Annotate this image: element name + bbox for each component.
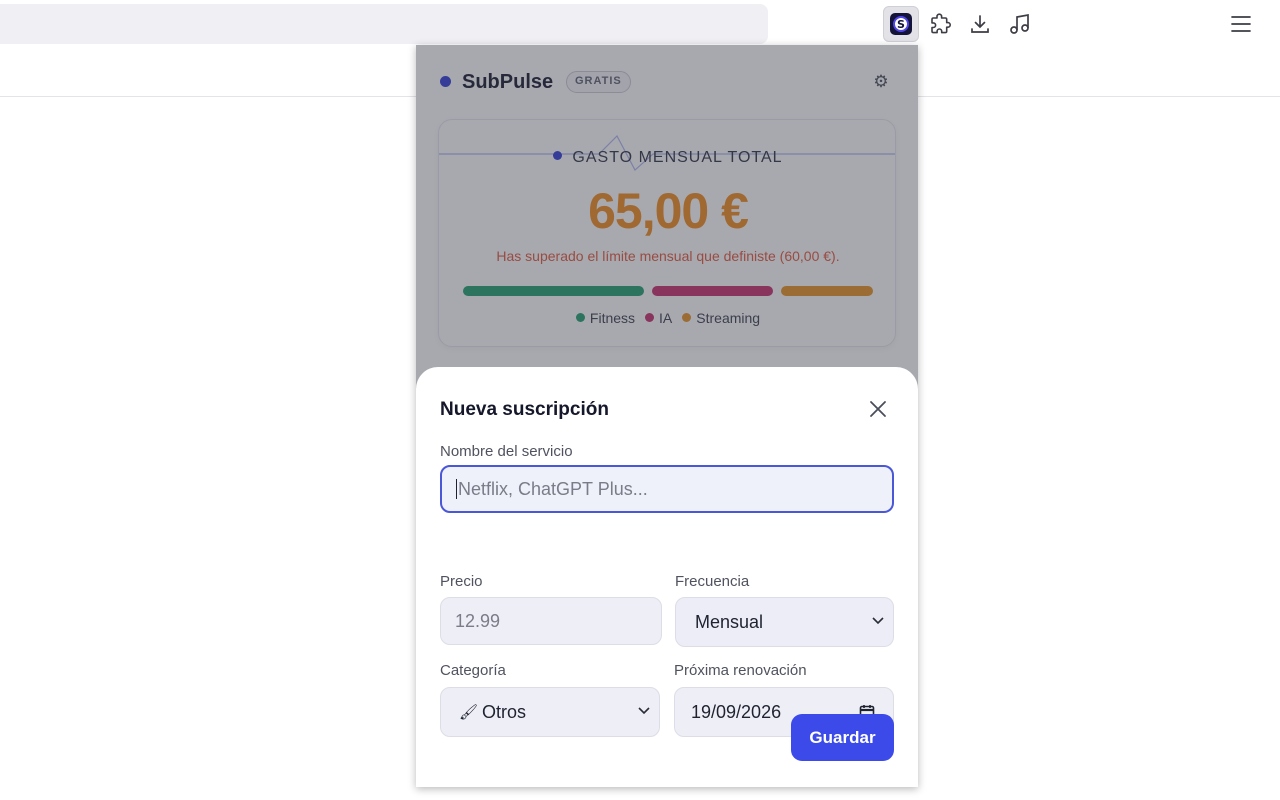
chevron-down-icon bbox=[638, 707, 650, 715]
modal-title: Nueva suscripción bbox=[440, 399, 609, 420]
renewal-label: Próxima renovación bbox=[674, 662, 807, 679]
music-note-icon[interactable] bbox=[1002, 6, 1038, 42]
frequency-label: Frecuencia bbox=[675, 573, 750, 590]
service-name-label: Nombre del servicio bbox=[440, 443, 573, 460]
price-label: Precio bbox=[440, 573, 483, 590]
save-button[interactable]: Guardar bbox=[791, 714, 894, 761]
price-placeholder: 12.99 bbox=[455, 610, 501, 631]
subpulse-logo-icon: S bbox=[890, 13, 912, 35]
frequency-select[interactable]: Mensual bbox=[675, 597, 894, 647]
extension-popup: SubPulse GRATIS ⚙ GASTO MENSUAL TOTAL 65… bbox=[416, 45, 918, 787]
category-label: Categoría bbox=[440, 662, 506, 679]
chevron-down-icon bbox=[872, 617, 884, 625]
renewal-date-value: 19/09/2026 bbox=[691, 701, 782, 722]
subpulse-extension-button[interactable]: S bbox=[883, 6, 919, 42]
extensions-icon[interactable] bbox=[922, 6, 958, 42]
download-icon[interactable] bbox=[962, 6, 998, 42]
address-bar[interactable] bbox=[0, 4, 768, 44]
service-name-placeholder: Netflix, ChatGPT Plus... bbox=[458, 478, 648, 499]
close-icon[interactable] bbox=[864, 395, 892, 423]
paintbrush-icon: 🖌 bbox=[459, 703, 479, 721]
new-subscription-modal: Nueva suscripción Nombre del servicio Ne… bbox=[416, 367, 918, 787]
service-name-input[interactable]: Netflix, ChatGPT Plus... bbox=[440, 465, 894, 513]
category-value: Otros bbox=[482, 701, 527, 722]
category-select[interactable]: 🖌 Otros bbox=[440, 687, 660, 737]
hamburger-menu-icon[interactable] bbox=[1223, 6, 1259, 42]
frequency-value: Mensual bbox=[695, 611, 764, 632]
price-input[interactable]: 12.99 bbox=[440, 597, 662, 645]
